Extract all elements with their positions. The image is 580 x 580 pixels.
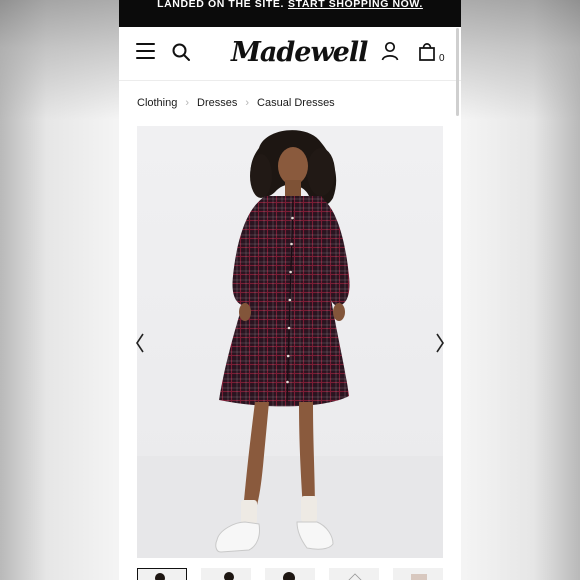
site-header: Madewell 0 [119,27,461,81]
chevron-left-icon[interactable] [134,332,146,354]
shopping-bag-icon[interactable] [418,41,436,61]
breadcrumb-clothing[interactable]: Clothing [137,97,177,109]
thumbnail[interactable] [393,568,443,580]
thumbnail[interactable] [329,568,380,580]
product-image[interactable] [137,126,443,558]
thumbnail[interactable] [137,568,188,580]
bag-count: 0 [439,53,445,64]
thumbnail-strip [137,568,443,580]
search-icon[interactable] [171,42,191,62]
promo-banner: LANDED ON THE SITE. START SHOPPING NOW. [119,0,461,27]
start-shopping-link[interactable]: START SHOPPING NOW. [288,0,423,10]
account-icon[interactable] [381,41,399,61]
promo-text: LANDED ON THE SITE. [157,0,284,10]
menu-icon[interactable] [136,43,155,59]
chevron-right-icon[interactable] [434,332,446,354]
madewell-logo[interactable]: Madewell [231,33,368,73]
thumbnail[interactable] [265,568,316,580]
chevron-right-icon: › [185,97,190,109]
breadcrumb-casual-dresses[interactable]: Casual Dresses [257,97,335,109]
thumbnail[interactable] [201,568,252,580]
chevron-right-icon: › [245,97,250,109]
model-in-plaid-dress-illustration [137,130,443,558]
breadcrumb: Clothing › Dresses › Casual Dresses [137,96,335,110]
mobile-page: LANDED ON THE SITE. START SHOPPING NOW. M… [119,0,461,580]
scrollbar[interactable] [456,28,459,116]
breadcrumb-dresses[interactable]: Dresses [197,97,237,109]
